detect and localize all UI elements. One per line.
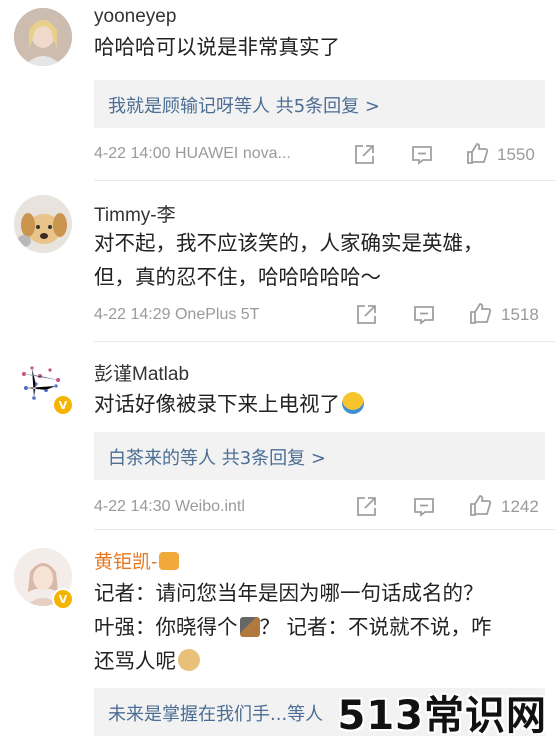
- comment-text: 对话好像被录下来上电视了: [94, 387, 364, 421]
- comment-item: yooneyep 哈哈哈可以说是非常真实了 我就是顾输记呀等人 共5条回复 > …: [0, 0, 555, 181]
- like-count: 1518: [501, 305, 539, 324]
- comment-text-line: 叶强：你晓得个: [94, 615, 238, 639]
- username[interactable]: yooneyep: [94, 6, 176, 28]
- comment-text-line: ？ 记者：不说就不说，咋: [259, 615, 492, 639]
- share-icon[interactable]: [354, 303, 378, 327]
- reply-summary-box[interactable]: 白茶来的等人 共3条回复 >: [94, 432, 545, 480]
- comment-text-row: 叶强：你晓得个 ？ 记者：不说就不说，咋: [94, 610, 492, 644]
- like-count: 1550: [497, 145, 535, 164]
- comment-item: Timmy-李 对不起，我不应该笑的，人家确实是英雄， 但，真的忍不住，哈哈哈哈…: [0, 181, 555, 342]
- like-icon[interactable]: [469, 494, 493, 518]
- comment-device: OnePlus 5T: [174, 306, 260, 323]
- comment-time: 4-22 14:29: [94, 306, 171, 323]
- comment-time: 4-22 14:30: [94, 498, 171, 515]
- comment-icon[interactable]: [410, 143, 434, 167]
- comment-text: 记者：请问您当年是因为哪一句话成名的？ 叶强：你晓得个？ 记者：不说就不说，咋 …: [94, 576, 492, 678]
- comment-icon[interactable]: [412, 303, 436, 327]
- comment-text-line: 哈哈哈可以说是非常真实了: [94, 35, 340, 59]
- doge-emoji: [178, 649, 200, 671]
- reply-summary-link[interactable]: 未来是掌握在我们手...等人: [108, 700, 323, 726]
- like-icon[interactable]: [469, 302, 493, 326]
- like-icon[interactable]: [466, 142, 490, 166]
- avatar[interactable]: [14, 195, 72, 253]
- comment-time: 4-22 14:00: [94, 145, 171, 162]
- reply-summary-link[interactable]: 白茶来的等人 共3条回复 >: [108, 444, 326, 470]
- comment-text-line: 记者：请问您当年是因为哪一句话成名的？: [94, 581, 484, 605]
- username[interactable]: 彭谨Matlab: [94, 359, 189, 386]
- reply-summary-link[interactable]: 我就是顾输记呀等人 共5条回复 >: [108, 92, 380, 118]
- reply-summary-box[interactable]: 我就是顾输记呀等人 共5条回复 >: [94, 80, 545, 128]
- username[interactable]: Timmy-李: [94, 200, 176, 227]
- comment-item: V 彭谨Matlab 对话好像被录下来上电视了 白茶来的等人 共3条回复 > 4…: [0, 342, 555, 530]
- comment-meta: 4-22 14:30 Weibo.intl: [94, 498, 245, 516]
- comment-device: HUAWEI nova...: [174, 145, 291, 162]
- watermark: 513常识网: [337, 693, 547, 739]
- comment-meta: 4-22 14:29 OnePlus 5T: [94, 306, 259, 324]
- comment-device: Weibo.intl: [174, 498, 245, 515]
- crown-emoji: [159, 552, 180, 570]
- verified-badge-icon: V: [52, 588, 74, 610]
- hammer-emoji: [239, 617, 260, 637]
- comment-text-line: 但，真的忍不住，哈哈哈哈哈～: [94, 265, 381, 289]
- like-count: 1242: [501, 497, 539, 516]
- comment-text-line: 还骂人呢: [94, 649, 176, 673]
- username-text: 黄钜凯-: [94, 552, 158, 573]
- comment-text-row: 还骂人呢: [94, 644, 492, 678]
- verified-badge-icon: V: [52, 394, 74, 416]
- comment-text-line: 对不起，我不应该笑的，人家确实是英雄，: [94, 231, 484, 255]
- laughing-crying-emoji: [342, 392, 364, 414]
- username[interactable]: 黄钜凯-: [94, 547, 180, 574]
- comment-text: 哈哈哈可以说是非常真实了: [94, 30, 340, 64]
- comment-text-line: 对话好像被录下来上电视了: [94, 392, 340, 416]
- share-icon[interactable]: [354, 495, 378, 519]
- comment-icon[interactable]: [412, 495, 436, 519]
- comment-meta: 4-22 14:00 HUAWEI nova...: [94, 145, 291, 163]
- avatar[interactable]: [14, 8, 72, 66]
- comment-text: 对不起，我不应该笑的，人家确实是英雄， 但，真的忍不住，哈哈哈哈哈～: [94, 226, 484, 294]
- share-icon[interactable]: [352, 143, 376, 167]
